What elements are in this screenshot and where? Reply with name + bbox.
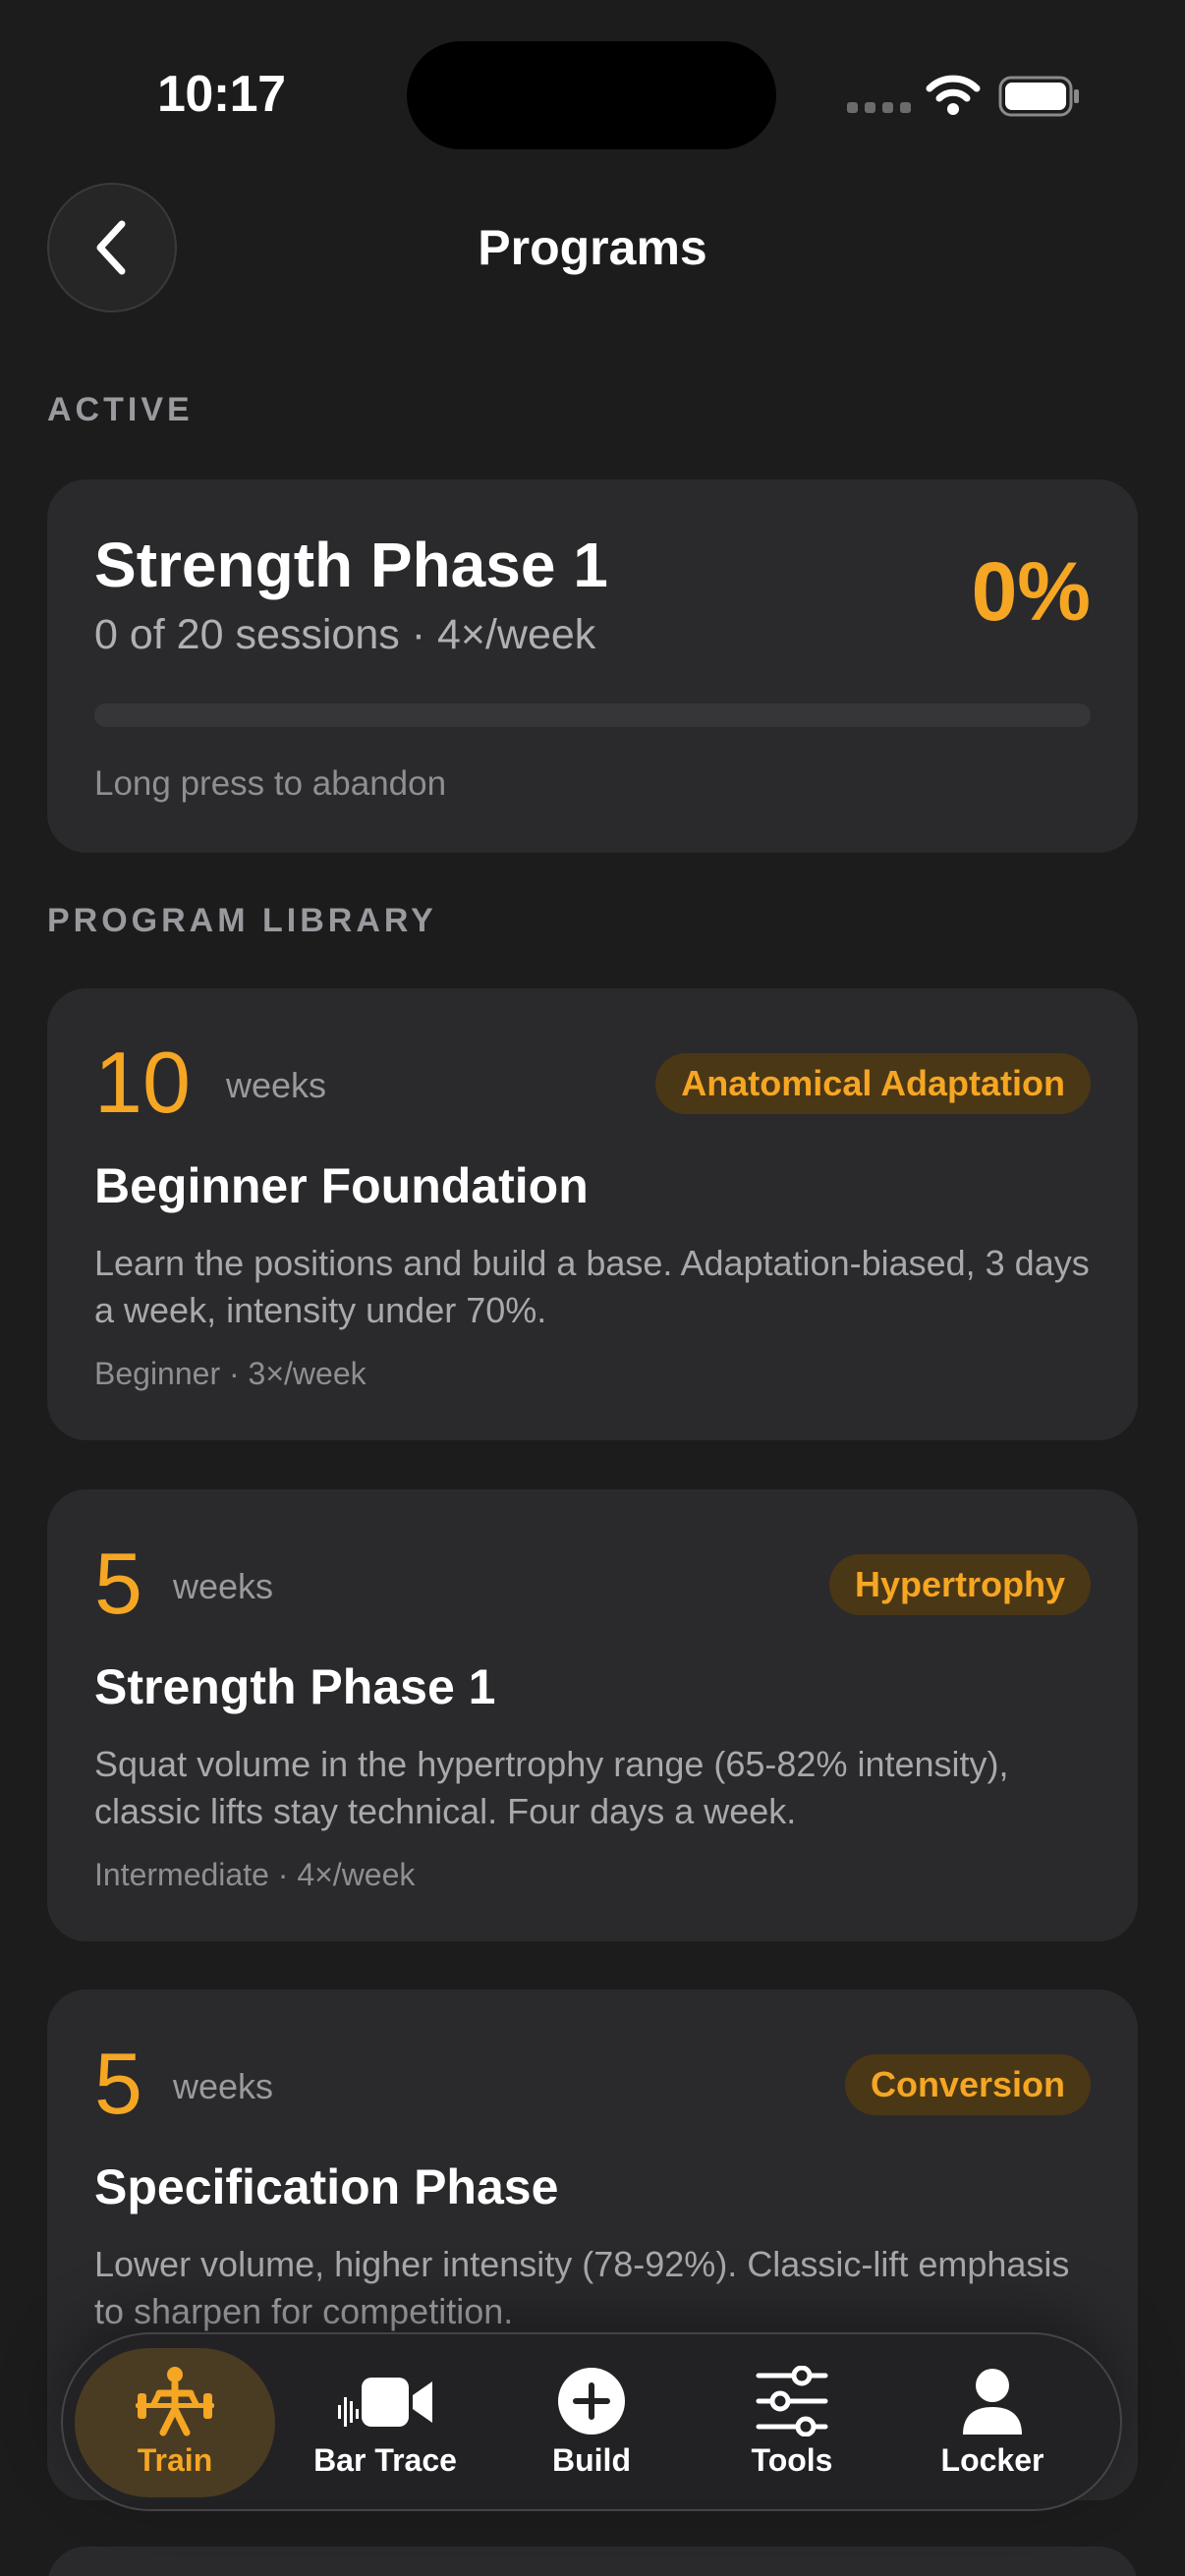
person-icon	[963, 2369, 1022, 2435]
program-meta: Beginner · 3×/week	[94, 1356, 367, 1391]
programs-screen: 10:17 Programs ACTIVE Strength Phase 1 0…	[0, 0, 1185, 2576]
program-title: Specification Phase	[94, 2159, 559, 2214]
tab-label: Locker	[940, 2442, 1044, 2478]
tab-tools[interactable]: Tools	[692, 2348, 892, 2497]
program-title: Strength Phase 1	[94, 1659, 496, 1714]
page-title: Programs	[478, 220, 707, 275]
battery-icon	[998, 76, 1079, 117]
active-program-progress-bar	[94, 703, 1091, 727]
program-duration-unit: weeks	[226, 1065, 327, 1105]
program-phase-badge: Anatomical Adaptation	[655, 1053, 1091, 1114]
tab-label: Tools	[751, 2442, 833, 2478]
program-card-strength-phase-1[interactable]: 5 weeks Hypertrophy Strength Phase 1 Squ…	[47, 1489, 1138, 1941]
bottom-tab-bar: Train Bar Trace Build Tools Locker	[61, 2332, 1122, 2511]
program-meta: Intermediate · 4×/week	[94, 1857, 416, 1892]
tab-label: Train	[137, 2442, 213, 2478]
tab-bar-trace[interactable]: Bar Trace	[285, 2348, 485, 2497]
active-program-hint: Long press to abandon	[94, 764, 447, 803]
program-phase-badge: Conversion	[844, 2054, 1091, 2115]
active-program-title: Strength Phase 1	[94, 530, 608, 600]
program-description: Learn the positions and build a base. Ad…	[94, 1243, 1090, 1330]
barbell-lifter-icon	[136, 2367, 214, 2436]
tab-label: Build	[552, 2442, 631, 2478]
dynamic-island	[407, 41, 776, 149]
program-duration: 5	[94, 2035, 142, 2132]
program-duration-unit: weeks	[173, 2066, 274, 2106]
status-time: 10:17	[157, 66, 286, 123]
cellular-signal-icon	[847, 102, 911, 113]
library-section-label: PROGRAM LIBRARY	[47, 902, 437, 939]
tab-label: Bar Trace	[313, 2442, 457, 2478]
program-phase-badge: Hypertrophy	[828, 1554, 1091, 1615]
program-card-next[interactable]	[47, 2547, 1138, 2576]
active-program-sessions: 0 of 20 sessions · 4×/week	[94, 611, 596, 658]
active-program-card[interactable]: Strength Phase 1 0 of 20 sessions · 4×/w…	[47, 479, 1138, 853]
wifi-icon	[926, 75, 981, 115]
tab-train[interactable]: Train	[75, 2348, 275, 2497]
program-duration-unit: weeks	[173, 1566, 274, 1606]
plus-circle-icon	[558, 2368, 625, 2435]
program-card-beginner-foundation[interactable]: 10 weeks Anatomical Adaptation Beginner …	[47, 988, 1138, 1440]
active-section-label: ACTIVE	[47, 391, 194, 428]
program-title: Beginner Foundation	[94, 1158, 589, 1213]
program-description: Squat volume in the hypertrophy range (6…	[94, 1744, 1009, 1831]
active-program-percent: 0%	[971, 545, 1091, 638]
video-camera-icon	[338, 2378, 432, 2427]
tab-build[interactable]: Build	[491, 2348, 692, 2497]
tab-locker[interactable]: Locker	[892, 2348, 1093, 2497]
program-duration: 10	[94, 1034, 191, 1131]
sliders-icon	[756, 2366, 828, 2436]
program-duration: 5	[94, 1535, 142, 1632]
program-description: Lower volume, higher intensity (78-92%).…	[94, 2244, 1070, 2331]
